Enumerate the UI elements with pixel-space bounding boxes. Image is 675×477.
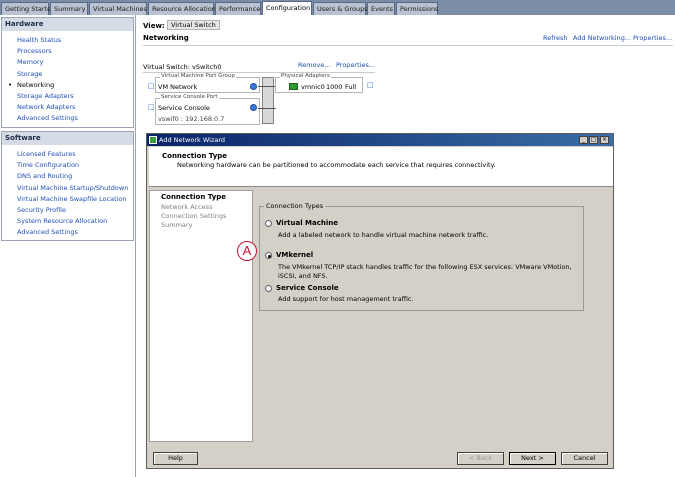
wizard-content: Connection Types Virtual Machine Add a l… xyxy=(254,190,613,442)
next-button[interactable]: Next > xyxy=(509,452,556,465)
wizard-title: Add Network Wizard xyxy=(159,136,226,144)
nic-duplex: Full xyxy=(345,83,357,91)
tab-events[interactable]: Events xyxy=(367,2,395,15)
view-virtual-switch-button[interactable]: Virtual Switch xyxy=(167,20,220,30)
tab-bar: Getting Started Summary Virtual Machines… xyxy=(0,0,675,15)
tab-getting-started[interactable]: Getting Started xyxy=(1,2,55,15)
nav-storage-adapters[interactable]: Storage Adapters xyxy=(2,91,133,102)
back-button[interactable]: < Back xyxy=(457,452,504,465)
connection-types-group: Connection Types Virtual Machine Add a l… xyxy=(259,202,584,311)
nav-processors[interactable]: Processors xyxy=(2,46,133,57)
vm-network-comment-icon: □ xyxy=(148,82,155,90)
physical-adapters-legend: Physical Adapters xyxy=(280,73,331,79)
nav-system-resource-allocation[interactable]: System Resource Allocation xyxy=(2,216,133,227)
callout-a-marker: A xyxy=(237,241,257,261)
maximize-icon[interactable]: □ xyxy=(589,136,598,144)
software-header: Software xyxy=(2,132,133,145)
radio-vmkernel[interactable] xyxy=(265,252,272,259)
nav-advanced-settings-sw[interactable]: Advanced Settings xyxy=(2,227,133,238)
nav-network-adapters[interactable]: Network Adapters xyxy=(2,102,133,113)
nav-time-configuration[interactable]: Time Configuration xyxy=(2,160,133,171)
option-service-console-desc: Add support for host management traffic. xyxy=(278,295,414,303)
vswitch-properties-link[interactable]: Properties... xyxy=(336,61,375,69)
wizard-header-title: Connection Type xyxy=(162,152,228,160)
step-summary: Summary xyxy=(161,221,193,229)
service-console-comment-icon: □ xyxy=(148,103,155,111)
step-network-access: Network Access xyxy=(161,203,213,211)
nav-security-profile[interactable]: Security Profile xyxy=(2,205,133,216)
option-vmkernel-desc: The VMkernel TCP/IP stack handles traffi… xyxy=(278,263,572,280)
nav-networking[interactable]: • Networking xyxy=(2,80,133,91)
radio-service-console[interactable] xyxy=(265,285,272,292)
nav-licensed-features[interactable]: Licensed Features xyxy=(2,149,133,160)
minimize-icon[interactable]: _ xyxy=(579,136,588,144)
add-network-wizard: Add Network Wizard _ □ × Connection Type… xyxy=(146,133,614,469)
cancel-button[interactable]: Cancel xyxy=(561,452,608,465)
hardware-section: Hardware Health Status Processors Memory… xyxy=(1,17,134,128)
add-networking-link[interactable]: Add Networking... xyxy=(573,34,631,42)
view-label: View: xyxy=(143,22,165,30)
tab-configuration[interactable]: Configuration xyxy=(262,1,312,15)
properties-link[interactable]: Properties... xyxy=(633,34,672,42)
close-icon[interactable]: × xyxy=(600,136,609,144)
page-title: Networking xyxy=(143,34,189,42)
nav-dns-routing[interactable]: DNS and Routing xyxy=(2,171,133,182)
wizard-steps: Connection Type Network Access Connectio… xyxy=(149,190,253,442)
nic-comment-icon: □ xyxy=(367,81,374,89)
service-console-address: vswif0 : 192.168.0.7 xyxy=(158,115,225,123)
nav-advanced-settings-hw[interactable]: Advanced Settings xyxy=(2,113,133,124)
tab-virtual-machines[interactable]: Virtual Machines xyxy=(89,2,147,15)
help-button[interactable]: Help xyxy=(153,452,198,465)
vswitch-label: Virtual Switch: vSwitch0 xyxy=(143,63,222,71)
service-console-name: Service Console xyxy=(158,104,210,112)
step-connection-settings: Connection Settings xyxy=(161,212,227,220)
nic-icon xyxy=(289,83,298,90)
option-service-console-title: Service Console xyxy=(276,284,339,292)
nav-vm-swapfile-location[interactable]: Virtual Machine Swapfile Location xyxy=(2,194,133,205)
vswitch-remove-link[interactable]: Remove... xyxy=(298,61,331,69)
wire-console xyxy=(258,108,276,109)
tab-summary[interactable]: Summary xyxy=(50,2,88,15)
option-vmkernel-title: VMkernel xyxy=(276,251,314,259)
radio-virtual-machine[interactable] xyxy=(265,220,272,227)
header-divider xyxy=(143,45,673,46)
vm-network-name: VM Network xyxy=(158,83,198,91)
option-virtual-machine-title: Virtual Machine xyxy=(276,219,338,227)
nic-name: vmnic0 xyxy=(301,83,325,91)
tab-resource-allocation[interactable]: Resource Allocation xyxy=(148,2,216,15)
wizard-app-icon xyxy=(149,136,157,144)
nav-storage[interactable]: Storage xyxy=(2,69,133,80)
left-panel: Hardware Health Status Processors Memory… xyxy=(0,15,136,477)
tab-performance[interactable]: Performance xyxy=(215,2,261,15)
selected-bullet-icon: • xyxy=(8,80,13,89)
nav-vm-startup-shutdown[interactable]: Virtual Machine Startup/Shutdown xyxy=(2,183,133,194)
wizard-footer: Help < Back Next > Cancel xyxy=(149,446,613,468)
nav-networking-label: Networking xyxy=(17,80,55,89)
connection-types-legend: Connection Types xyxy=(264,202,326,210)
refresh-link[interactable]: Refresh xyxy=(543,34,568,42)
vm-network-globe-icon xyxy=(250,83,257,90)
nav-health-status[interactable]: Health Status xyxy=(2,35,133,46)
nic-speed: 1000 xyxy=(326,83,343,91)
vswitch-icon xyxy=(262,77,274,124)
software-section: Software Licensed Features Time Configur… xyxy=(1,131,134,241)
tab-permissions[interactable]: Permissions xyxy=(396,2,438,15)
step-connection-type: Connection Type xyxy=(161,193,227,201)
nav-memory[interactable]: Memory xyxy=(2,57,133,68)
service-console-globe-icon xyxy=(250,104,257,111)
vm-port-group-legend: Virtual Machine Port Group xyxy=(160,73,236,79)
service-console-legend: Service Console Port xyxy=(160,94,219,100)
hardware-header: Hardware xyxy=(2,18,133,31)
wizard-header: Connection Type Networking hardware can … xyxy=(149,147,613,187)
tab-users-groups[interactable]: Users & Groups xyxy=(313,2,368,15)
option-virtual-machine-desc: Add a labeled network to handle virtual … xyxy=(278,231,489,239)
wizard-titlebar[interactable]: Add Network Wizard _ □ × xyxy=(147,134,613,146)
wizard-header-subtitle: Networking hardware can be partitioned t… xyxy=(177,161,496,169)
